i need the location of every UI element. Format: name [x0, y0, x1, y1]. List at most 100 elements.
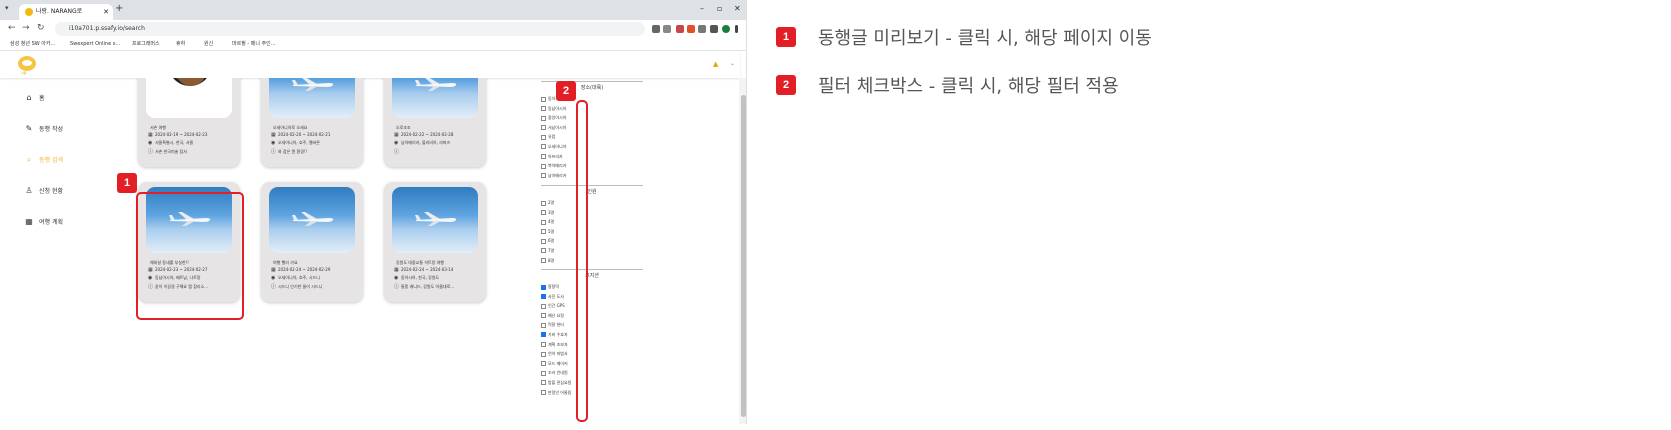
- filter-checkbox[interactable]: [541, 342, 546, 348]
- bookmark-item[interactable]: 휴하: [176, 38, 185, 50]
- filter-checkbox[interactable]: [541, 115, 546, 121]
- back-icon[interactable]: ←: [8, 23, 16, 33]
- close-window-icon[interactable]: ✕: [734, 4, 741, 13]
- filter-option[interactable]: 유럽: [541, 132, 643, 142]
- bookmark-item[interactable]: 원신: [204, 38, 213, 50]
- filter-checkbox[interactable]: [541, 370, 546, 376]
- filter-option[interactable]: 남아메리카: [541, 171, 643, 181]
- filter-checkbox[interactable]: [541, 200, 546, 206]
- filter-option-label: 남아메리카: [548, 172, 567, 178]
- filter-option[interactable]: 예산 요정: [541, 311, 643, 321]
- filter-checkbox[interactable]: [541, 173, 546, 179]
- filter-option[interactable]: 7명: [541, 246, 643, 256]
- sidebar-item[interactable]: ⌕ 동행 검색: [24, 154, 63, 166]
- filter-option[interactable]: 아프리카: [541, 152, 643, 162]
- filter-option[interactable]: 모드 메이커: [541, 359, 643, 369]
- filter-checkbox[interactable]: [541, 96, 546, 102]
- bookmark-item[interactable]: 마르뷜 - 메니 주인...: [232, 38, 276, 50]
- app-logo[interactable]: [18, 56, 36, 71]
- edit-icon: ✎: [25, 124, 33, 133]
- filter-option[interactable]: 알잘딱: [541, 282, 643, 292]
- sidepanel-icon[interactable]: [710, 25, 718, 33]
- filter-checkbox[interactable]: [541, 125, 546, 131]
- filter-option[interactable]: 6명: [541, 236, 643, 246]
- filter-checkbox[interactable]: [541, 154, 546, 160]
- filter-option[interactable]: 서남아시아: [541, 123, 643, 133]
- tab-close-icon[interactable]: ✕: [103, 4, 109, 20]
- filter-option[interactable]: 판정인 어울림: [541, 388, 643, 398]
- filter-checkbox[interactable]: [541, 134, 546, 140]
- filter-option[interactable]: 먹잘 헌터: [541, 320, 643, 330]
- filter-checkbox[interactable]: [541, 219, 546, 225]
- bell-icon[interactable]: ▲: [713, 60, 718, 68]
- new-tab-icon[interactable]: +: [115, 3, 123, 14]
- filter-checkbox[interactable]: [541, 332, 546, 338]
- filter-option[interactable]: 인간 GPS: [541, 301, 643, 311]
- filter-option[interactable]: 8명: [541, 256, 643, 266]
- menu-icon[interactable]: [735, 25, 738, 33]
- filter-checkbox[interactable]: [541, 106, 546, 112]
- filter-option[interactable]: 계획 조보자: [541, 340, 643, 350]
- filter-checkbox[interactable]: [541, 163, 546, 169]
- bookmark-item[interactable]: Swexpert Online s...: [70, 38, 120, 50]
- filter-option[interactable]: 조카 안내원: [541, 368, 643, 378]
- filter-checkbox[interactable]: [541, 258, 546, 264]
- filter-checkbox[interactable]: [541, 303, 546, 309]
- filter-checkbox[interactable]: [541, 361, 546, 367]
- profile-avatar[interactable]: [722, 25, 730, 33]
- bookmark-item[interactable]: 프로그래머스: [132, 38, 160, 50]
- filter-option[interactable]: 동남아시아: [541, 104, 643, 114]
- url-field[interactable]: i10a701.p.ssafy.io/search: [55, 22, 645, 36]
- trip-card[interactable]: 여행 빨리 가요 ▦ 2024-02-24 ~ 2024-02-29 ◉ 오세아니아, …: [261, 182, 363, 302]
- filter-checkbox[interactable]: [541, 284, 546, 290]
- filter-option[interactable]: 언어 마법사: [541, 349, 643, 359]
- minimize-icon[interactable]: –: [700, 4, 704, 13]
- filter-checkbox[interactable]: [541, 380, 546, 386]
- trip-card[interactable]: 서촌 여행 ▦ 2024-02-19 ~ 2024-02-23 ◉ 서울특별시, 한국,…: [138, 78, 240, 167]
- filter-checkbox[interactable]: [541, 351, 546, 357]
- star-icon[interactable]: [663, 25, 671, 33]
- download-icon[interactable]: [698, 25, 706, 33]
- annotation-highlight-checkboxes: [576, 100, 588, 422]
- forward-icon[interactable]: →: [22, 23, 30, 33]
- browser-tab[interactable]: 나랑. NARANG로 ✕: [19, 4, 113, 20]
- filter-option-label: 알잘딱: [548, 284, 560, 289]
- chevron-down-icon[interactable]: ⌄: [730, 60, 735, 67]
- filter-option[interactable]: 5명: [541, 227, 643, 237]
- filter-checkbox[interactable]: [541, 210, 546, 216]
- bookmark-item[interactable]: 삼성 청년 SW 아카...: [10, 38, 55, 50]
- filter-option[interactable]: 3명: [541, 208, 643, 218]
- filter-option[interactable]: 4명: [541, 217, 643, 227]
- filter-option[interactable]: 밤볼 관심요원: [541, 378, 643, 388]
- extension-icon[interactable]: [687, 25, 695, 33]
- scrollbar-thumb[interactable]: [741, 95, 746, 417]
- filter-checkbox[interactable]: [541, 322, 546, 328]
- filter-option[interactable]: 중앙아시아: [541, 113, 643, 123]
- filter-option[interactable]: 2명: [541, 198, 643, 208]
- trip-card[interactable]: 오세아니아로 오세요 ▦ 2024-02-20 ~ 2024-02-21 ◉ 오세아니아…: [261, 78, 363, 167]
- maximize-icon[interactable]: ▫: [717, 4, 722, 13]
- sidebar-item[interactable]: ⌂ 홈: [24, 92, 44, 104]
- tab-search-icon[interactable]: ▾: [5, 4, 9, 12]
- filter-option-label: 예산 요정: [548, 312, 564, 318]
- sidebar-item[interactable]: ✎ 동행 작성: [24, 123, 63, 135]
- filter-option[interactable]: 오세아니아: [541, 142, 643, 152]
- filter-checkbox[interactable]: [541, 313, 546, 319]
- filter-checkbox[interactable]: [541, 248, 546, 254]
- legend-row-1: 1 동행글 미리보기 - 클릭 시, 해당 페이지 이동: [776, 24, 1152, 50]
- trip-card[interactable]: 강원도 대중교통 석트랑 여행 ▦ 2024-02-24 ~ 2024-03-14 ◉…: [384, 182, 486, 302]
- sidebar-item[interactable]: ▦ 여행 계획: [24, 216, 63, 228]
- filter-option[interactable]: 사진 도사: [541, 292, 643, 302]
- filter-option[interactable]: 북아메리카: [541, 161, 643, 171]
- filter-checkbox[interactable]: [541, 229, 546, 235]
- filter-option[interactable]: 가비 수호자: [541, 330, 643, 340]
- sidebar-item[interactable]: ♙ 신청 현황: [24, 185, 63, 197]
- filter-checkbox[interactable]: [541, 144, 546, 150]
- filter-checkbox[interactable]: [541, 390, 546, 396]
- filter-checkbox[interactable]: [541, 238, 546, 244]
- translate-icon[interactable]: [652, 25, 660, 33]
- filter-checkbox[interactable]: [541, 294, 546, 300]
- trip-card[interactable]: 오로조조 ▦ 2024-02-22 ~ 2024-02-28 ◉ 남아메리카, 볼리비아…: [384, 78, 486, 167]
- reload-icon[interactable]: ↻: [37, 23, 45, 33]
- extension-icon[interactable]: [676, 25, 684, 33]
